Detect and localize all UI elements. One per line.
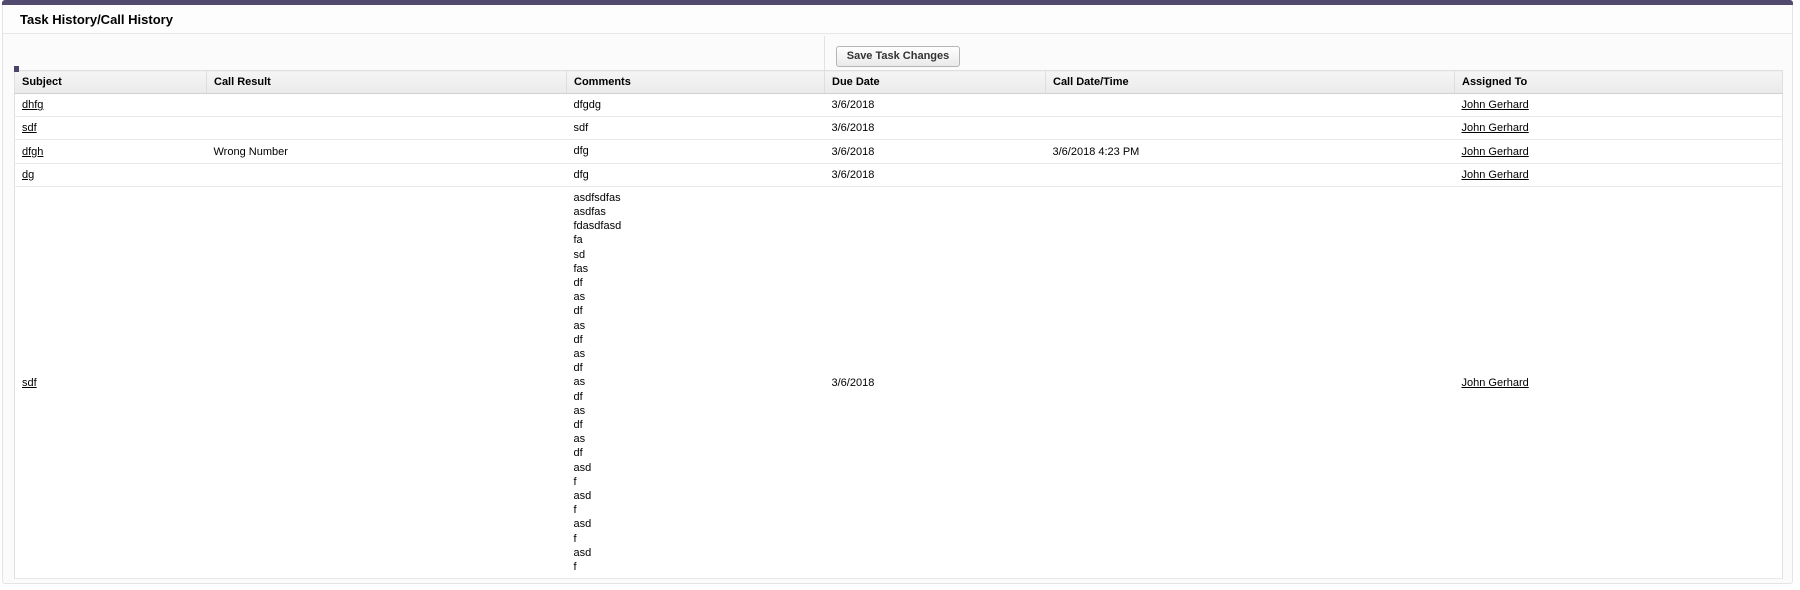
column-guide-line bbox=[824, 36, 825, 70]
table-header-row: Subject Call Result Comments Due Date Call D… bbox=[14, 70, 1783, 94]
cell-assigned_to: John Gerhard bbox=[1454, 116, 1783, 141]
subject-link[interactable]: sdf bbox=[22, 377, 37, 389]
column-header-subject: Subject bbox=[14, 70, 207, 94]
cell-comments: dfg bbox=[566, 139, 825, 164]
cell-call_result bbox=[206, 116, 567, 141]
button-row: Save Task Changes bbox=[14, 34, 1782, 70]
table-row: sdf sdf 3/6/2018 John Gerhard bbox=[14, 116, 1783, 141]
table-row: dhfg dfgdg 3/6/2018 John Gerhard bbox=[14, 93, 1783, 118]
subject-link[interactable]: dfgh bbox=[22, 146, 43, 158]
cell-subject: sdf bbox=[14, 186, 207, 580]
cell-call_result bbox=[206, 93, 567, 118]
cell-comments: dfgdg bbox=[566, 93, 825, 118]
cell-comments: asdfsdfas asdfas fdasdfasd fa sd fas df … bbox=[566, 186, 825, 580]
cell-comments: sdf bbox=[566, 116, 825, 141]
subject-link[interactable]: dhfg bbox=[22, 99, 43, 111]
table-row: dfgh Wrong Number dfg 3/6/2018 3/6/2018 4:23… bbox=[14, 139, 1783, 164]
panel-title: Task History/Call History bbox=[20, 11, 173, 27]
cell-call_datetime bbox=[1045, 93, 1455, 118]
panel-header: Task History/Call History bbox=[3, 5, 1792, 34]
table-corner-marker bbox=[14, 66, 19, 72]
table-row: dg dfg 3/6/2018 John Gerhard bbox=[14, 163, 1783, 187]
cell-due_date: 3/6/2018 bbox=[824, 163, 1046, 187]
assigned-to-link[interactable]: John Gerhard bbox=[1462, 377, 1529, 389]
cell-due_date: 3/6/2018 bbox=[824, 93, 1046, 118]
cell-call_datetime bbox=[1045, 163, 1455, 187]
assigned-to-link[interactable]: John Gerhard bbox=[1462, 99, 1529, 111]
assigned-to-link[interactable]: John Gerhard bbox=[1462, 122, 1529, 134]
column-header-due_date: Due Date bbox=[824, 70, 1046, 94]
table-row: sdf asdfsdfas asdfas fdasdfasd fa sd fas … bbox=[14, 186, 1783, 580]
cell-call_result: Wrong Number bbox=[206, 139, 567, 164]
panel-body: Save Task Changes Subject Call Result Comm… bbox=[3, 34, 1792, 580]
column-header-comments: Comments bbox=[566, 70, 825, 94]
subject-link[interactable]: sdf bbox=[22, 122, 37, 134]
cell-assigned_to: John Gerhard bbox=[1454, 93, 1783, 118]
cell-subject: sdf bbox=[14, 116, 207, 141]
cell-call_result bbox=[206, 163, 567, 187]
column-header-assigned_to: Assigned To bbox=[1454, 70, 1783, 94]
cell-subject: dfgh bbox=[14, 139, 207, 164]
task-table-body: dhfg dfgdg 3/6/2018 John Gerhard sdf sdf 3/6/2… bbox=[14, 93, 1783, 580]
cell-subject: dg bbox=[14, 163, 207, 187]
cell-call_datetime: 3/6/2018 4:23 PM bbox=[1045, 139, 1455, 164]
task-history-table: Subject Call Result Comments Due Date Call D… bbox=[14, 70, 1783, 580]
assigned-to-link[interactable]: John Gerhard bbox=[1462, 169, 1529, 181]
cell-due_date: 3/6/2018 bbox=[824, 186, 1046, 580]
page: Task History/Call History Save Task Chan… bbox=[0, 0, 1800, 590]
subject-link[interactable]: dg bbox=[22, 169, 34, 181]
column-header-call_datetime: Call Date/Time bbox=[1045, 70, 1455, 94]
cell-comments: dfg bbox=[566, 163, 825, 187]
cell-subject: dhfg bbox=[14, 93, 207, 118]
cell-assigned_to: John Gerhard bbox=[1454, 139, 1783, 164]
cell-call_datetime bbox=[1045, 186, 1455, 580]
task-history-panel: Task History/Call History Save Task Chan… bbox=[2, 5, 1793, 584]
cell-assigned_to: John Gerhard bbox=[1454, 163, 1783, 187]
cell-call_result bbox=[206, 186, 567, 580]
cell-due_date: 3/6/2018 bbox=[824, 116, 1046, 141]
cell-due_date: 3/6/2018 bbox=[824, 139, 1046, 164]
column-header-call_result: Call Result bbox=[206, 70, 567, 94]
save-task-changes-button[interactable]: Save Task Changes bbox=[835, 46, 961, 67]
assigned-to-link[interactable]: John Gerhard bbox=[1462, 146, 1529, 158]
cell-call_datetime bbox=[1045, 116, 1455, 141]
cell-assigned_to: John Gerhard bbox=[1454, 186, 1783, 580]
